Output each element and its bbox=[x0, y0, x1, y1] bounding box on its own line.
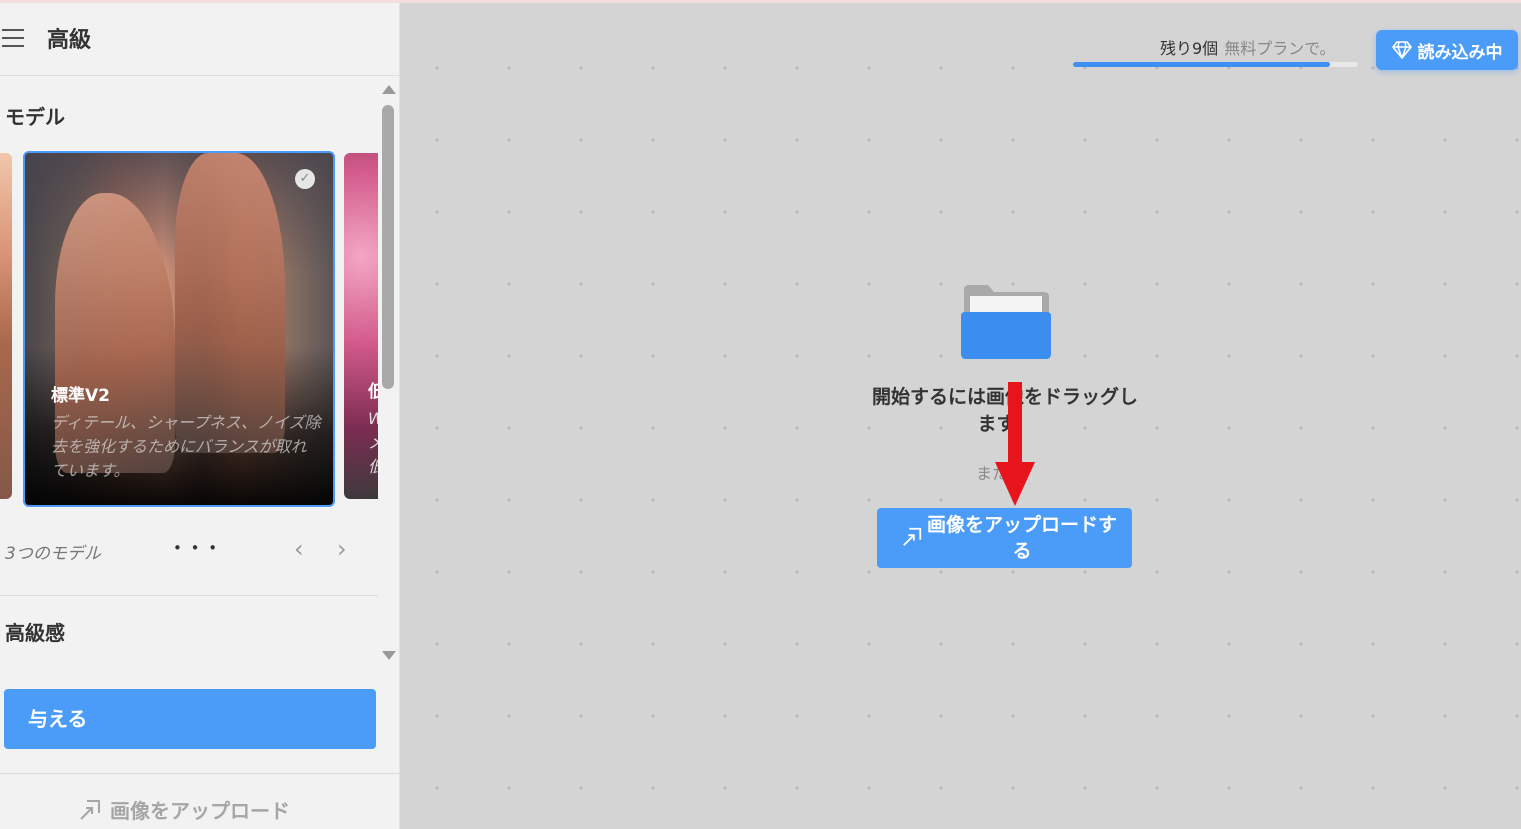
scroll-up-icon[interactable] bbox=[382, 85, 396, 94]
upload-icon bbox=[80, 799, 100, 820]
carousel-next-button[interactable]: › bbox=[337, 535, 347, 563]
sidebar-header: 高級 bbox=[0, 3, 400, 76]
quota-progress-fill bbox=[1073, 62, 1330, 67]
model-card-previous[interactable] bbox=[0, 153, 12, 499]
pagination-dots[interactable]: • • • bbox=[173, 539, 219, 557]
upload-link-label: 画像をアップロード bbox=[110, 799, 290, 823]
model-card-standard-v2[interactable]: ✓ 標準V2 ディテール、シャープネス、ノイズ除去を強化するためにバランスが取れ… bbox=[23, 151, 335, 507]
model-count: 3つのモデル bbox=[5, 544, 101, 564]
card-image-rock bbox=[175, 153, 285, 453]
quota-text: 残り9個 無料プランで。 bbox=[1160, 35, 1336, 59]
loading-button-label: 読み込み中 bbox=[1417, 42, 1503, 63]
sidebar-upload-link[interactable]: 画像をアップロード bbox=[78, 795, 290, 824]
loading-button[interactable]: 読み込み中 bbox=[1376, 30, 1518, 70]
quality-section-title: 高級感 bbox=[5, 621, 65, 645]
section-divider bbox=[0, 595, 378, 596]
menu-icon[interactable] bbox=[2, 29, 24, 47]
folder-icon bbox=[961, 285, 1051, 359]
selected-check-icon: ✓ bbox=[295, 169, 315, 189]
model-card-description: W メ 低 bbox=[368, 407, 378, 479]
annotation-arrow-icon bbox=[995, 382, 1035, 506]
model-section-title: モデル bbox=[5, 105, 65, 129]
model-carousel: ✓ 標準V2 ディテール、シャープネス、ノイズ除去を強化するためにバランスが取れ… bbox=[0, 149, 378, 509]
sidebar-scrollbar[interactable] bbox=[378, 77, 400, 665]
model-card-description: ディテール、シャープネス、ノイズ除去を強化するためにバランスが取れています。 bbox=[51, 413, 321, 480]
upload-image-button[interactable]: 画像をアップロードする bbox=[877, 508, 1132, 568]
sidebar-divider bbox=[0, 773, 400, 774]
upload-icon bbox=[903, 527, 922, 546]
sidebar-scroll-area: モデル ✓ 標準V2 ディテール、シャープネス、ノイズ除去を強化するためにバラン… bbox=[0, 77, 400, 665]
model-card-next[interactable]: 低 W メ 低 bbox=[344, 153, 378, 499]
carousel-controls: 3つのモデル • • • ‹ › bbox=[0, 535, 378, 567]
diamond-icon bbox=[1391, 41, 1412, 59]
carousel-prev-button[interactable]: ‹ bbox=[294, 535, 304, 563]
sidebar: 高級 モデル ✓ 標準V2 ディテール、シャープネス、ノイズ除去を強化するために… bbox=[0, 3, 400, 829]
quota-remaining: 残り9個 bbox=[1160, 39, 1219, 58]
upload-button-label: 画像をアップロードする bbox=[927, 514, 1118, 562]
sidebar-title: 高級 bbox=[47, 28, 92, 53]
give-button[interactable]: 与える bbox=[4, 689, 376, 749]
quota-plan: 無料プランで。 bbox=[1224, 39, 1336, 58]
quota-progress-bar bbox=[1073, 62, 1358, 67]
scroll-down-icon[interactable] bbox=[382, 651, 396, 660]
model-card-name: 標準V2 bbox=[51, 386, 110, 406]
scrollbar-thumb[interactable] bbox=[382, 105, 394, 389]
model-card-name: 低 bbox=[368, 382, 378, 402]
